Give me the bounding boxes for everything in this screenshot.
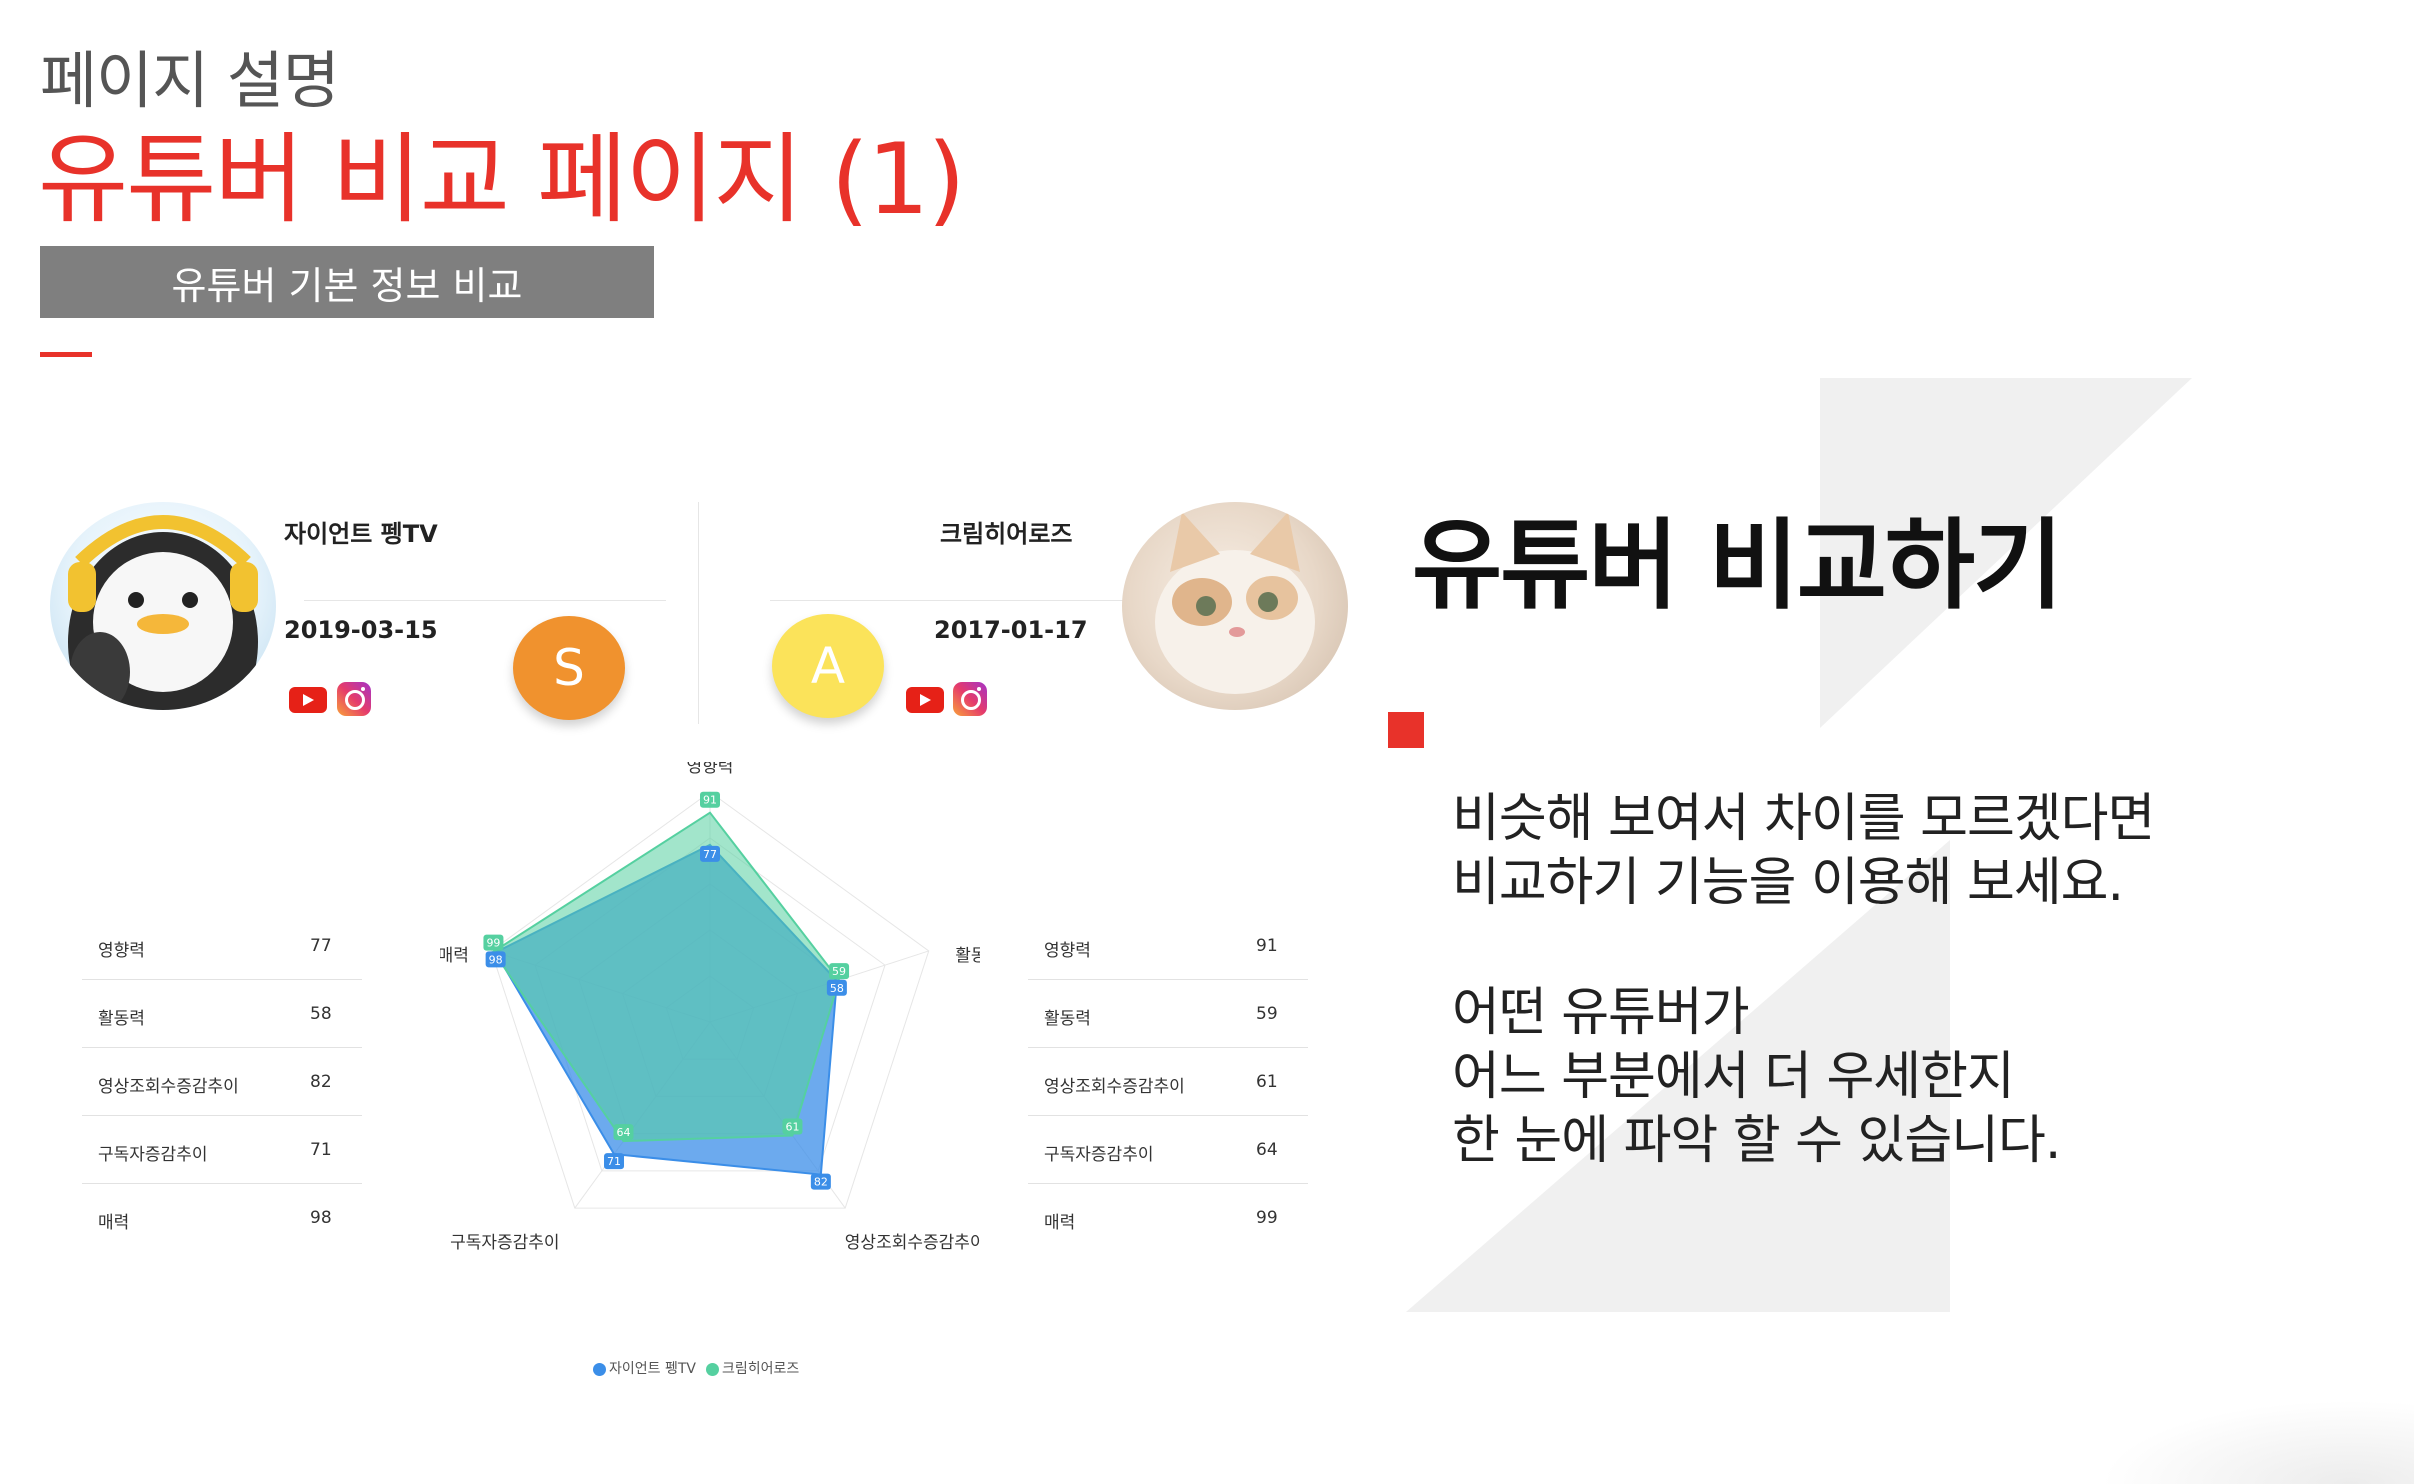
stat-label: 활동력 (1044, 1009, 1091, 1029)
youtube-icon[interactable] (906, 687, 944, 713)
grade-badge-right: A (772, 614, 884, 718)
radar-value-label: 64 (616, 1126, 630, 1139)
stat-row: 구독자증감추이 71 (82, 1116, 362, 1184)
youtuber-right-name: 크림히어로즈 (940, 520, 1073, 548)
stat-row: 활동력 58 (82, 980, 362, 1048)
stat-row: 영향력 77 (82, 912, 362, 980)
comparison-screenshot: 자이언트 펭TV 2019-03-15 S 크림히어로즈 2017-01-17 … (40, 462, 1356, 1386)
stat-value: 98 (310, 1208, 332, 1228)
youtuber-right-date: 2017-01-17 (934, 616, 1088, 644)
radar-axis-label: 영상조회수증감추이 (845, 1233, 980, 1253)
radar-axis-label: 활동력 (955, 946, 980, 966)
section-label: 유튜버 기본 정보 비교 (171, 263, 523, 308)
stat-label: 영향력 (98, 941, 145, 961)
stat-row: 영상조회수증감추이 61 (1028, 1048, 1308, 1116)
youtuber-left-date: 2019-03-15 (284, 616, 438, 644)
youtuber-left-name: 자이언트 펭TV (284, 520, 438, 548)
radar-axis-label: 구독자증감추이 (450, 1233, 559, 1253)
stat-label: 구독자증감추이 (1044, 1145, 1154, 1165)
radar-value-label: 77 (703, 848, 717, 861)
stat-value: 99 (1256, 1208, 1278, 1228)
stat-row: 매력 99 (1028, 1184, 1308, 1251)
stat-row: 활동력 59 (1028, 980, 1308, 1048)
stat-label: 영상조회수증감추이 (98, 1077, 239, 1097)
avatar-right[interactable] (1122, 502, 1348, 710)
stat-row: 영상조회수증감추이 82 (82, 1048, 362, 1116)
radar-value-label: 61 (785, 1121, 799, 1134)
center-divider (698, 502, 699, 724)
decorative-shadow (2100, 1400, 2414, 1484)
legend-item-left[interactable]: 자이언트 펭TV (593, 1358, 696, 1378)
radar-value-label: 71 (607, 1155, 621, 1168)
grade-left: S (553, 639, 585, 697)
legend-label: 자이언트 펭TV (609, 1361, 696, 1377)
stat-label: 활동력 (98, 1009, 145, 1029)
radar-axis-label: 영향력 (687, 762, 734, 777)
section-label-bar: 유튜버 기본 정보 비교 (40, 246, 654, 318)
accent-square (1388, 712, 1424, 748)
page-title: 유튜버 비교 페이지 (1) (38, 123, 966, 237)
stat-value: 59 (1256, 1004, 1278, 1024)
stats-table-left: 영향력 77 활동력 58 영상조회수증감추이 82 구독자증감추이 71 매력 98 (82, 912, 362, 1251)
stat-label: 구독자증감추이 (98, 1145, 208, 1165)
avatar-left[interactable] (50, 502, 276, 710)
compare-heading: 유튜버 비교하기 (1412, 509, 2063, 623)
radar-value-label: 58 (830, 982, 844, 995)
stat-label: 영향력 (1044, 941, 1091, 961)
stat-value: 61 (1256, 1072, 1278, 1092)
divider-line (304, 600, 666, 601)
accent-dash (40, 352, 92, 357)
stat-value: 64 (1256, 1140, 1278, 1160)
stat-value: 58 (310, 1004, 332, 1024)
stat-label: 매력 (98, 1213, 130, 1233)
stat-row: 영향력 91 (1028, 912, 1308, 980)
legend-item-right[interactable]: 크림히어로즈 (705, 1358, 800, 1378)
stat-value: 82 (310, 1072, 332, 1092)
stat-label: 매력 (1044, 1213, 1076, 1233)
instagram-icon[interactable] (953, 682, 987, 716)
description-line: 비교하기 기능을 이용해 보세요. (1452, 853, 2124, 913)
legend-label: 크림히어로즈 (721, 1361, 800, 1377)
instagram-icon[interactable] (337, 682, 371, 716)
cat-avatar-icon (1155, 512, 1315, 694)
radar-axis-label: 매력 (440, 946, 469, 966)
radar-value-label: 99 (486, 937, 500, 950)
grade-badge-left: S (513, 616, 625, 720)
penguin-avatar-icon (68, 515, 258, 710)
radar-value-label: 91 (703, 794, 717, 807)
stat-row: 구독자증감추이 64 (1028, 1116, 1308, 1184)
stat-row: 매력 98 (82, 1184, 362, 1251)
stat-value: 71 (310, 1140, 332, 1160)
divider-line (770, 600, 1130, 601)
stat-value: 91 (1256, 936, 1278, 956)
radar-value-label: 98 (489, 953, 503, 966)
stat-value: 77 (310, 936, 332, 956)
radar-series-1 (492, 811, 841, 1143)
stat-label: 영상조회수증감추이 (1044, 1077, 1185, 1097)
radar-value-label: 82 (814, 1176, 828, 1189)
radar-value-label: 59 (832, 965, 846, 978)
description-line: 한 눈에 파악 할 수 있습니다. (1452, 1111, 2061, 1171)
chart-legend: 자이언트 펭TV 크림히어로즈 (593, 1358, 799, 1378)
stats-table-right: 영향력 91 활동력 59 영상조회수증감추이 61 구독자증감추이 64 매력 99 (1028, 912, 1308, 1251)
radar-chart: 77 58 82 71 98 91 59 61 64 99 영향력활동력영상조회수증감추이 구독자증감… (440, 762, 980, 1253)
grade-right: A (810, 637, 846, 695)
youtube-icon[interactable] (289, 687, 327, 713)
